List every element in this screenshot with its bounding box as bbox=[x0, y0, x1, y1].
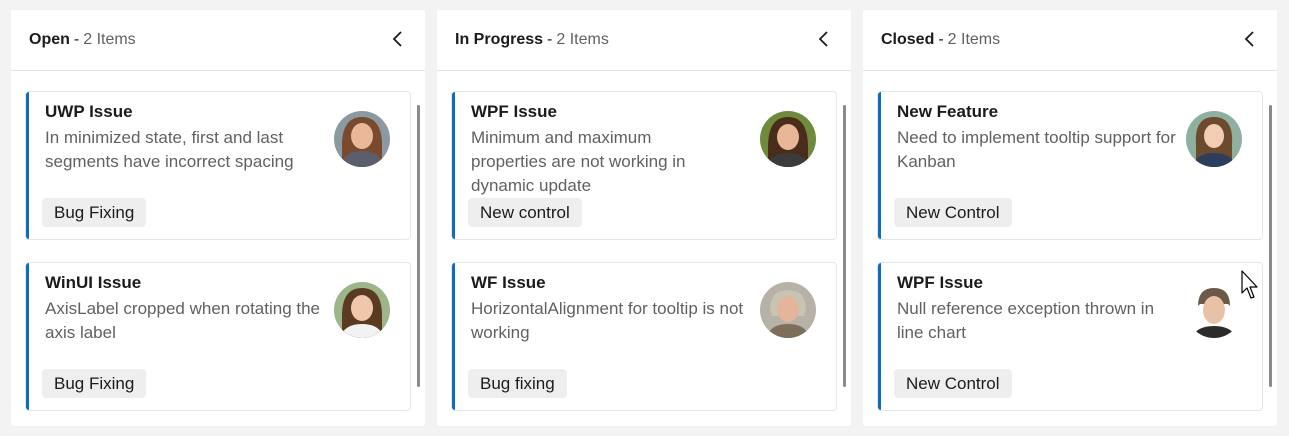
column-title: Open -2 Items bbox=[29, 31, 136, 49]
column-item-count: 2 Items bbox=[83, 31, 136, 48]
chevron-left-icon bbox=[818, 31, 828, 47]
column-header: Closed -2 Items bbox=[863, 10, 1277, 71]
card-tag: New control bbox=[468, 198, 582, 227]
avatar bbox=[760, 282, 816, 338]
card-tag: New Control bbox=[894, 198, 1012, 227]
kanban-card[interactable]: WPF Issue Null reference exception throw… bbox=[877, 262, 1263, 411]
card-title: New Feature bbox=[897, 102, 999, 121]
kanban-card[interactable]: New Feature Need to implement tooltip su… bbox=[877, 91, 1263, 240]
collapse-column-button[interactable] bbox=[811, 26, 837, 52]
card-description: AxisLabel cropped when rotating the axis… bbox=[45, 299, 321, 342]
vertical-scrollbar[interactable] bbox=[417, 105, 420, 387]
card-accent-bar bbox=[452, 92, 455, 239]
card-tag: Bug Fixing bbox=[42, 369, 147, 398]
kanban-card[interactable]: WF Issue HorizontalAlignment for tooltip… bbox=[451, 262, 837, 411]
kanban-card[interactable]: WinUI Issue AxisLabel cropped when rotat… bbox=[25, 262, 411, 411]
chevron-left-icon bbox=[392, 31, 402, 47]
card-description: HorizontalAlignment for tooltip is not w… bbox=[471, 299, 744, 342]
collapse-column-button[interactable] bbox=[1237, 26, 1263, 52]
column-title-text: Open bbox=[29, 31, 70, 48]
card-tag: Bug fixing bbox=[468, 369, 567, 398]
column-header: Open -2 Items bbox=[11, 10, 425, 71]
mouse-pointer-icon bbox=[1241, 270, 1258, 299]
card-title: WinUI Issue bbox=[45, 273, 142, 292]
vertical-scrollbar[interactable] bbox=[1269, 105, 1272, 387]
card-title: UWP Issue bbox=[45, 102, 133, 121]
column-title: In Progress -2 Items bbox=[455, 31, 609, 49]
card-accent-bar bbox=[878, 92, 881, 239]
avatar bbox=[760, 111, 816, 167]
card-tag: New Control bbox=[894, 369, 1012, 398]
column-title-separator: - bbox=[547, 31, 553, 48]
card-accent-bar bbox=[26, 263, 29, 410]
column-item-count: 2 Items bbox=[947, 31, 1001, 48]
card-description: Minimum and maximum properties are not w… bbox=[471, 128, 686, 195]
column-title-text: In Progress bbox=[455, 31, 544, 48]
card-accent-bar bbox=[26, 92, 29, 239]
kanban-column-open: Open -2 Items UWP Issue In minimized stat… bbox=[11, 10, 425, 426]
card-title: WPF Issue bbox=[471, 102, 557, 121]
card-title: WF Issue bbox=[471, 273, 546, 292]
column-title-separator: - bbox=[938, 31, 944, 48]
avatar bbox=[334, 111, 390, 167]
kanban-card[interactable]: UWP Issue In minimized state, first and … bbox=[25, 91, 411, 240]
card-title: WPF Issue bbox=[897, 273, 983, 292]
card-description: Null reference exception thrown in line … bbox=[897, 299, 1155, 342]
column-title-separator: - bbox=[73, 31, 80, 48]
kanban-card[interactable]: WPF Issue Minimum and maximum properties… bbox=[451, 91, 837, 240]
avatar bbox=[1186, 111, 1242, 167]
card-description: Need to implement tooltip support for Ka… bbox=[897, 128, 1176, 171]
column-title-text: Closed bbox=[881, 31, 935, 48]
chevron-left-icon bbox=[1244, 31, 1254, 47]
kanban-column-in-progress: In Progress -2 Items WPF Issue Minimum an… bbox=[437, 10, 851, 426]
column-header: In Progress -2 Items bbox=[437, 10, 851, 71]
avatar bbox=[334, 282, 390, 338]
kanban-column-closed: Closed -2 Items New Feature Need to imple… bbox=[863, 10, 1277, 426]
card-tag: Bug Fixing bbox=[42, 198, 147, 227]
column-item-count: 2 Items bbox=[556, 31, 609, 48]
avatar bbox=[1186, 282, 1242, 338]
column-title: Closed -2 Items bbox=[881, 31, 1000, 49]
card-accent-bar bbox=[878, 263, 881, 410]
vertical-scrollbar[interactable] bbox=[843, 105, 846, 387]
card-description: In minimized state, first and last segme… bbox=[45, 128, 294, 171]
collapse-column-button[interactable] bbox=[385, 26, 411, 52]
card-accent-bar bbox=[452, 263, 455, 410]
